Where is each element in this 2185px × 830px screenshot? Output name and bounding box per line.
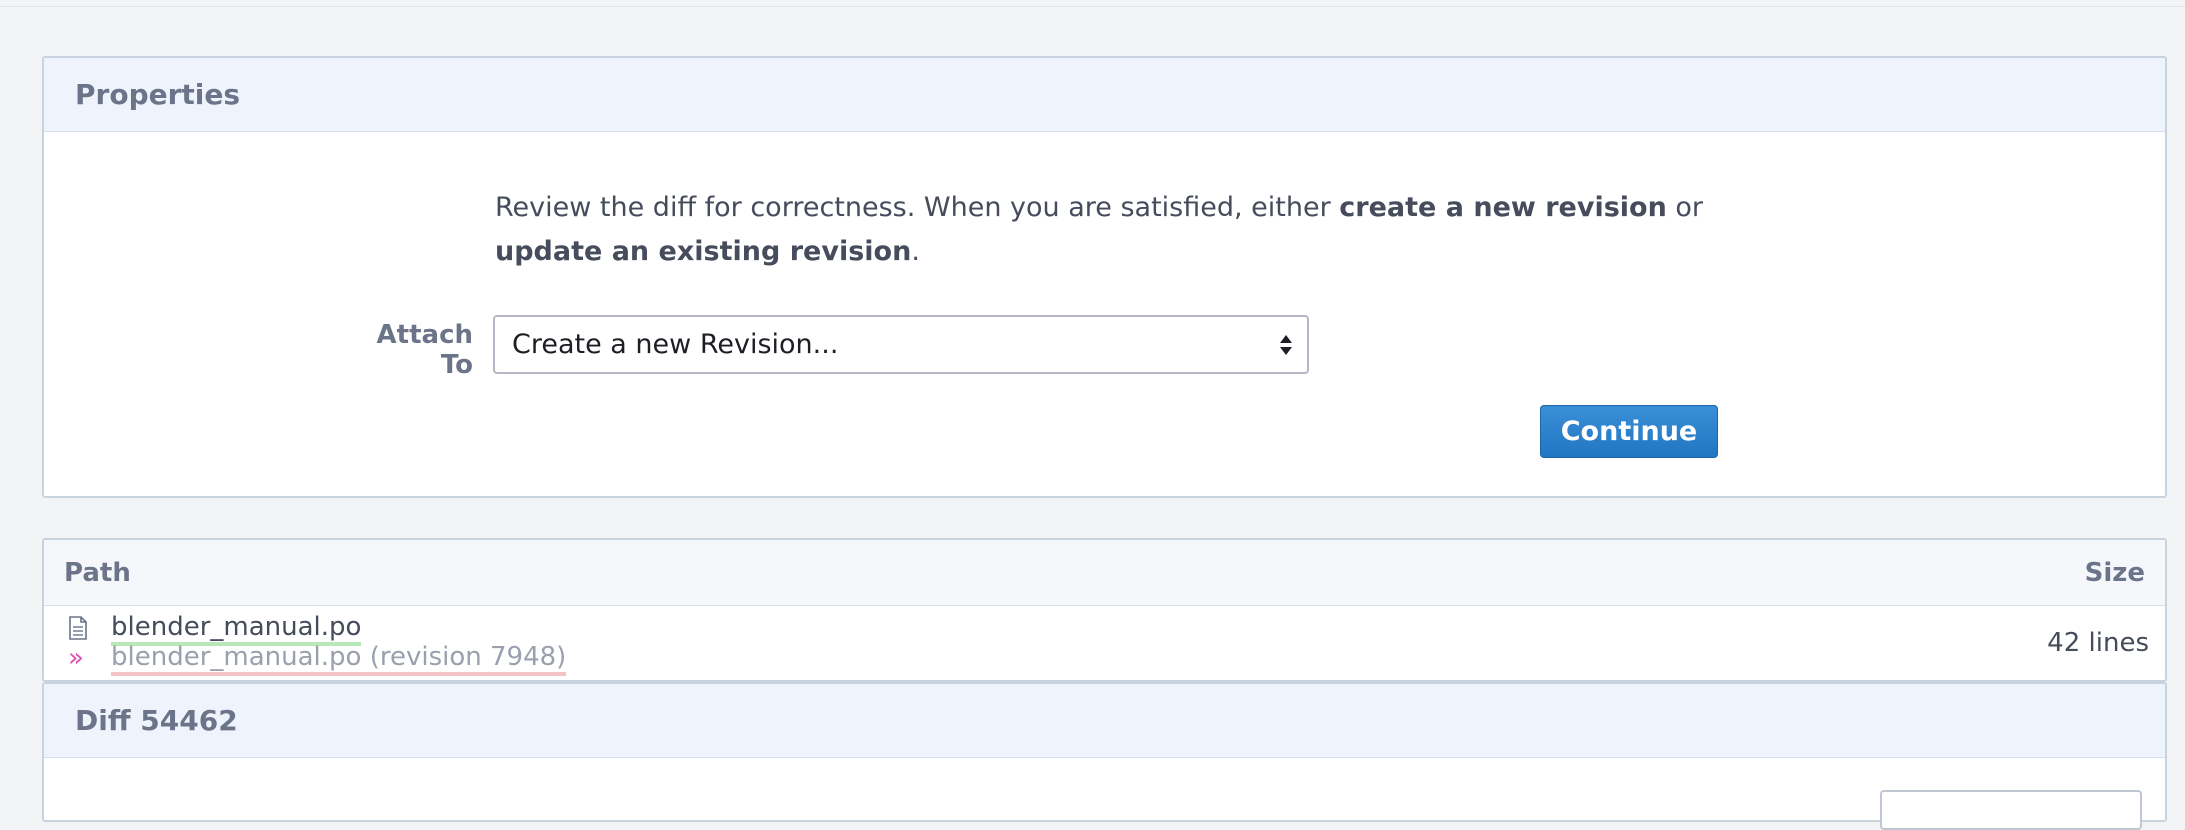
create-revision-text: create a new revision [1339, 192, 1667, 223]
attach-to-label: Attach To [376, 320, 473, 380]
continue-button[interactable]: Continue [1540, 405, 1718, 458]
top-divider [0, 6, 2185, 7]
file-icon [69, 616, 87, 640]
instructions-text: Review the diff for correctness. When yo… [495, 192, 1704, 267]
path-column-header: Path [64, 557, 131, 588]
update-revision-text: update an existing revision [495, 236, 912, 267]
attach-to-selected-value: Create a new Revision... [512, 329, 839, 360]
diff-panel: Diff 54462 [42, 682, 2167, 830]
diff-header: Diff 54462 [44, 684, 2165, 758]
old-file-name-link[interactable]: blender_manual.po (revision 7948) [111, 642, 567, 676]
files-table-header: Path Size [44, 540, 2165, 606]
properties-header: Properties [44, 58, 2165, 132]
double-chevron-icon: » [68, 643, 84, 673]
file-size: 42 lines [2047, 628, 2149, 658]
select-arrows-icon [1280, 335, 1292, 355]
files-table: Path Size blender_manual.po » blender_ma… [42, 538, 2167, 682]
attach-to-select[interactable]: Create a new Revision... [493, 315, 1309, 374]
diff-options-control[interactable] [1880, 790, 2142, 830]
file-name-link[interactable]: blender_manual.po [111, 612, 362, 646]
size-column-header: Size [2084, 557, 2145, 588]
properties-panel: Properties Review the diff for correctne… [42, 56, 2167, 498]
